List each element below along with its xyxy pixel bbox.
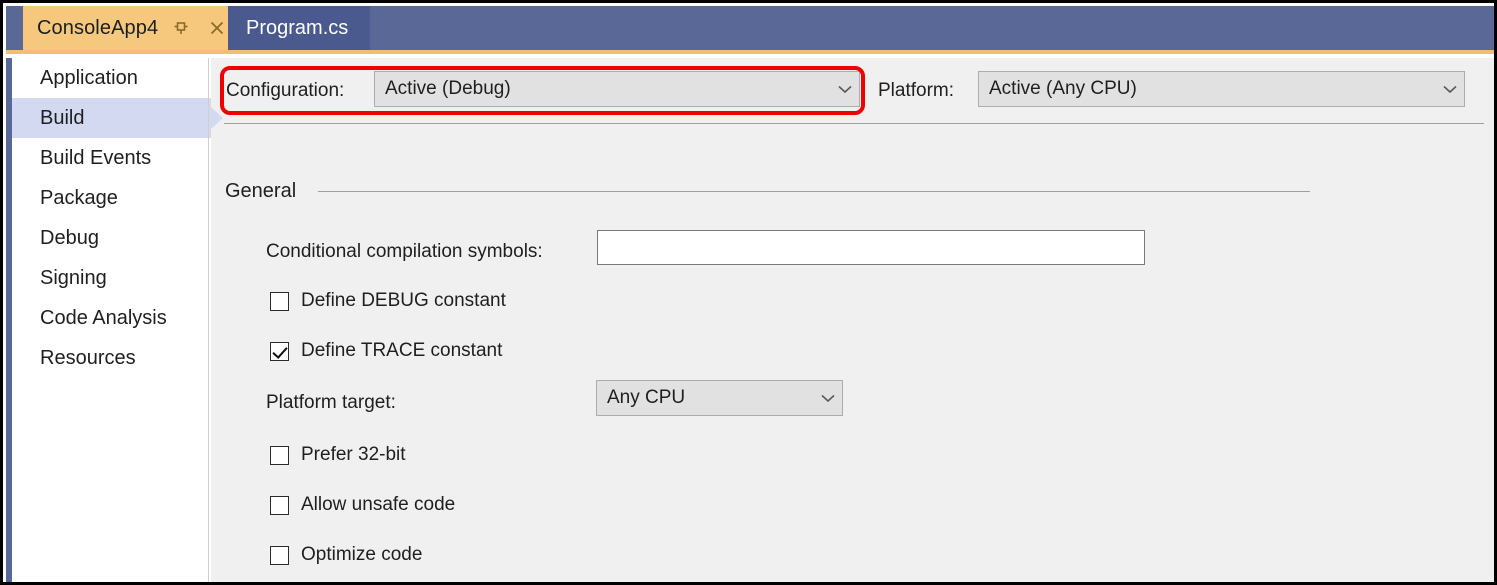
sidebar-item-label: Application [40, 66, 138, 89]
sidebar-item-package[interactable]: Package [12, 178, 211, 218]
allow-unsafe-checkbox[interactable] [270, 495, 289, 515]
define-trace-label: Define TRACE constant [301, 340, 503, 361]
platform-target-label: Platform target: [266, 392, 396, 413]
general-form: Conditional compilation symbols: Define … [210, 58, 1494, 582]
optimize-code-checkbox-row[interactable]: Optimize code [270, 544, 422, 566]
sidebar-item-label: Code Analysis [40, 306, 167, 329]
close-icon[interactable] [204, 15, 230, 41]
tab-program-cs-label: Program.cs [246, 16, 349, 39]
sidebar-item-label: Debug [40, 226, 99, 249]
sidebar-item-label: Package [40, 186, 118, 209]
define-debug-checkbox-row[interactable]: Define DEBUG constant [270, 290, 506, 312]
platform-target-dropdown[interactable]: Any CPU [596, 380, 843, 416]
allow-unsafe-label: Allow unsafe code [301, 494, 456, 515]
sidebar-item-label: Build [40, 106, 85, 129]
define-trace-checkbox[interactable] [270, 341, 289, 361]
sidebar-item-label: Signing [40, 266, 107, 289]
project-properties-window: ConsoleApp4 Program.cs Application Build… [0, 0, 1497, 585]
define-debug-checkbox[interactable] [270, 291, 289, 311]
prefer-32bit-label: Prefer 32-bit [301, 444, 406, 465]
selected-arrow-icon [211, 107, 223, 129]
define-trace-checkbox-row[interactable]: Define TRACE constant [270, 340, 502, 362]
sidebar-item-build[interactable]: Build [12, 98, 223, 138]
prefer-32bit-checkbox-row[interactable]: Prefer 32-bit [270, 444, 406, 466]
platform-target-dropdown-value: Any CPU [607, 387, 686, 408]
tab-consoleapp4[interactable]: ConsoleApp4 [23, 6, 241, 50]
optimize-code-label: Optimize code [301, 544, 423, 565]
sidebar-item-resources[interactable]: Resources [12, 338, 211, 378]
prefer-32bit-checkbox[interactable] [270, 445, 289, 465]
tab-consoleapp4-label: ConsoleApp4 [37, 16, 159, 39]
conditional-symbols-input[interactable] [597, 230, 1145, 265]
build-settings-pane: Configuration: Active (Debug) Platform: … [210, 58, 1494, 582]
sidebar-item-code-analysis[interactable]: Code Analysis [12, 298, 211, 338]
tab-strip: ConsoleApp4 Program.cs [6, 6, 1494, 54]
properties-sidebar: Application Build Build Events Package D… [6, 58, 223, 582]
define-debug-label: Define DEBUG constant [301, 290, 506, 311]
sidebar-item-application[interactable]: Application [12, 58, 211, 98]
sidebar-item-label: Build Events [40, 146, 152, 169]
allow-unsafe-checkbox-row[interactable]: Allow unsafe code [270, 494, 455, 516]
chevron-down-icon [814, 381, 842, 415]
sidebar-content-divider [208, 58, 209, 582]
optimize-code-checkbox[interactable] [270, 545, 289, 565]
pin-icon[interactable] [168, 15, 194, 41]
conditional-symbols-label: Conditional compilation symbols: [266, 241, 543, 262]
sidebar-item-debug[interactable]: Debug [12, 218, 211, 258]
sidebar-item-signing[interactable]: Signing [12, 258, 211, 298]
sidebar-item-build-events[interactable]: Build Events [12, 138, 211, 178]
tab-program-cs[interactable]: Program.cs [228, 6, 371, 50]
sidebar-item-label: Resources [40, 346, 136, 369]
